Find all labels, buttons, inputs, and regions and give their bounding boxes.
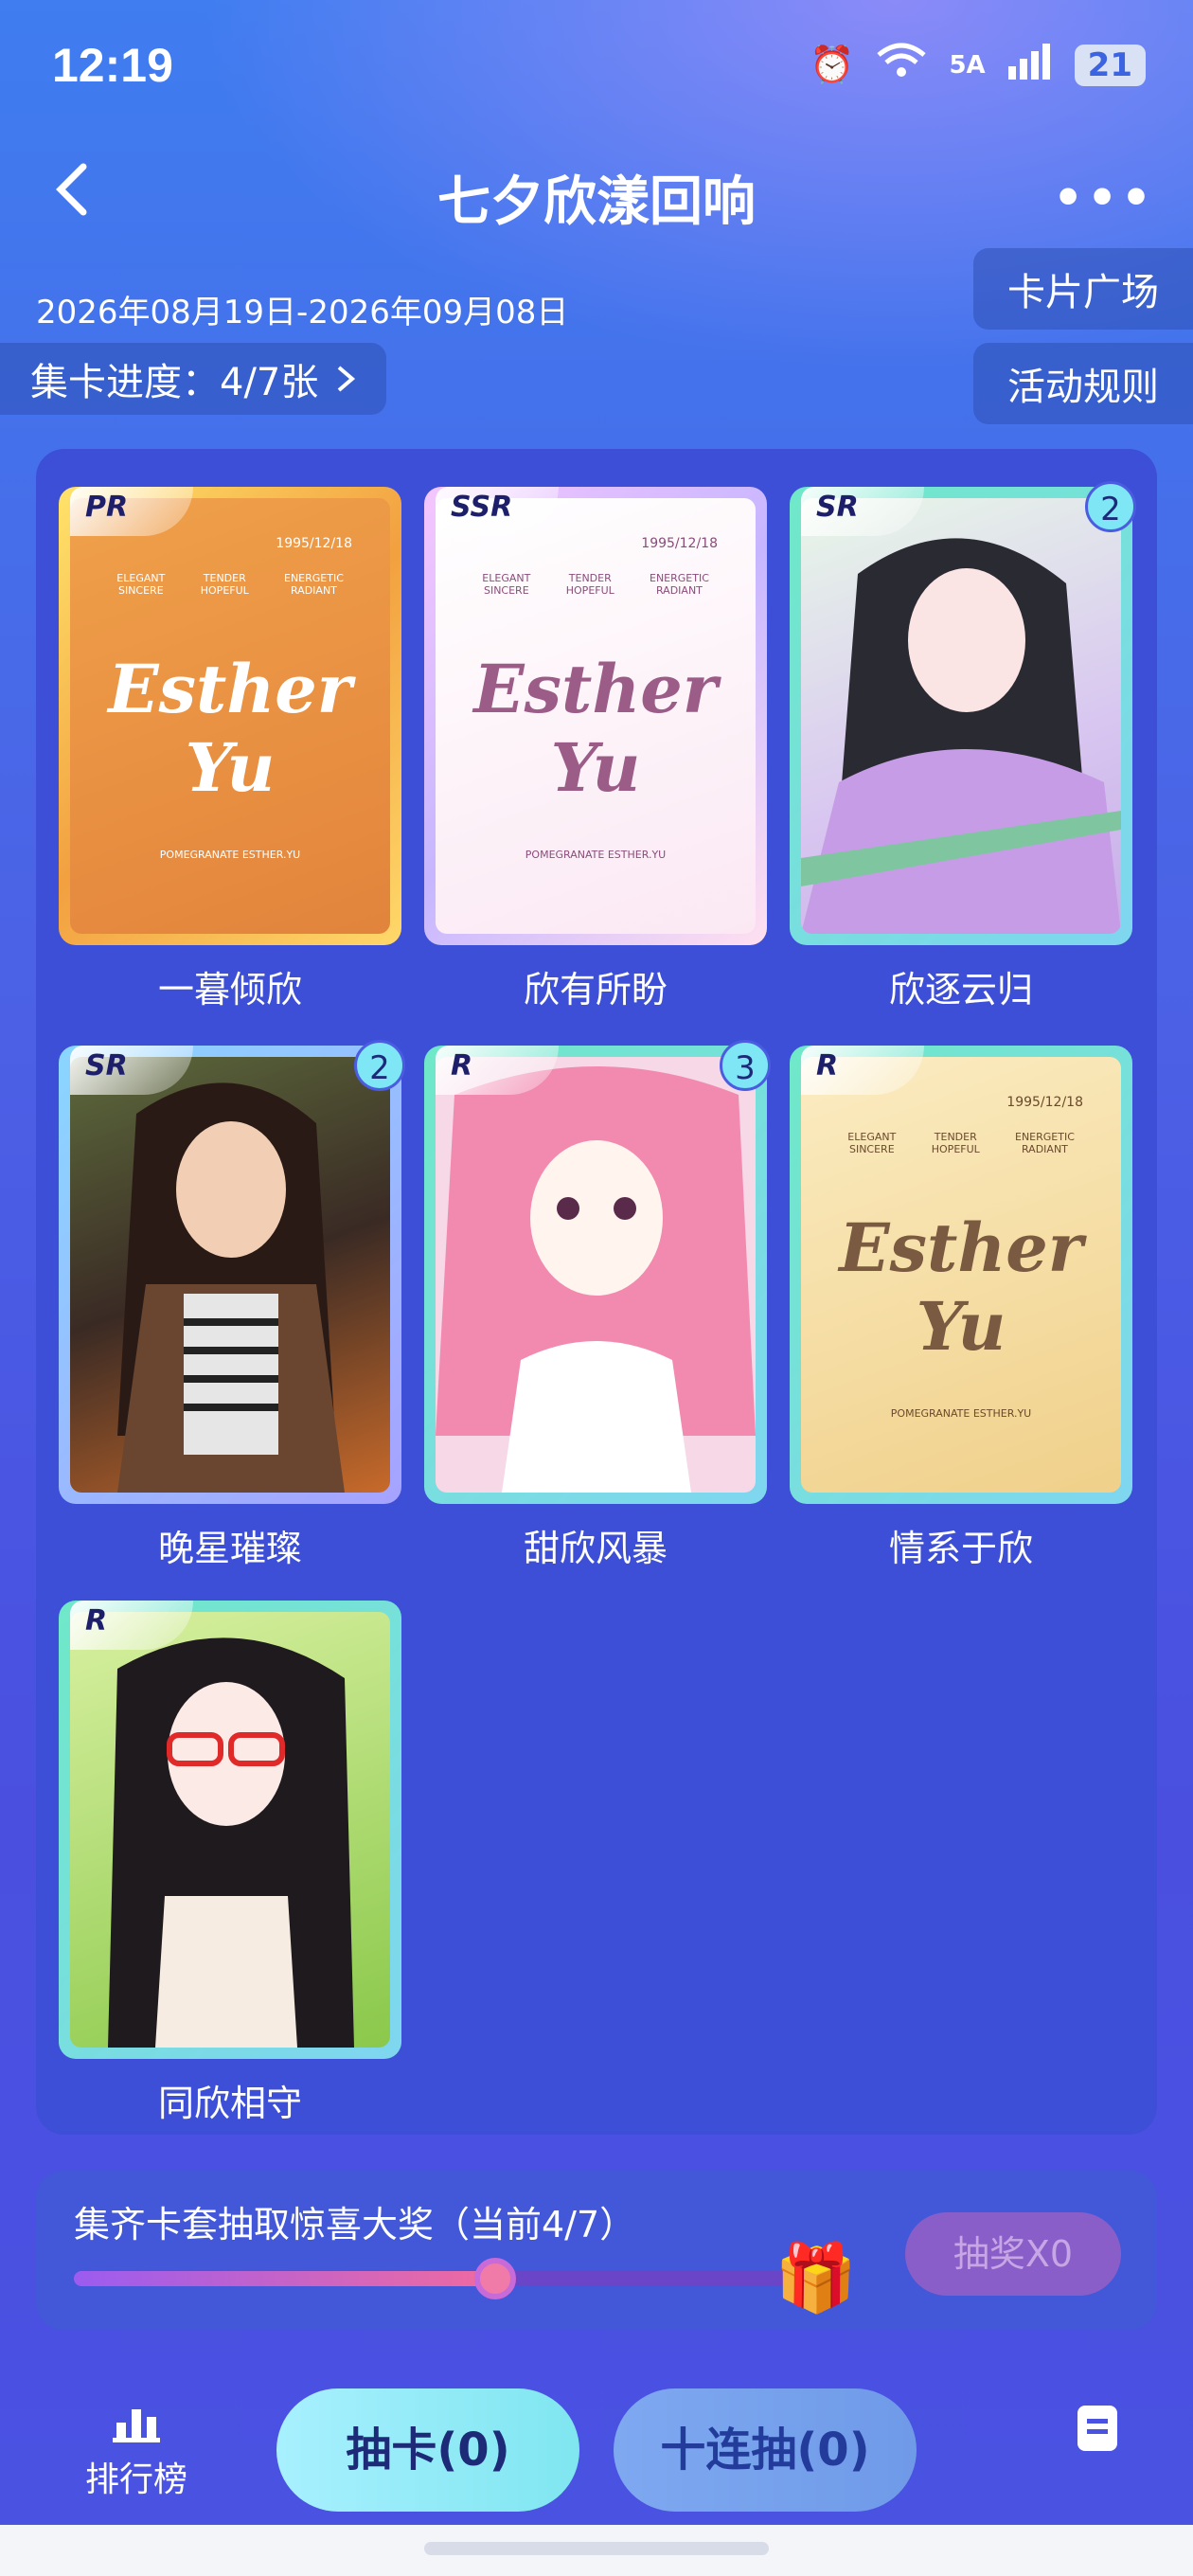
character-illustration [108, 1637, 354, 2048]
card-art-footer: POMEGRANATE ESTHER.YU [890, 1407, 1032, 1420]
network-label: 5A [949, 50, 986, 80]
card-art-words: ELEGANT SINCERE TENDER HOPEFUL ENERGETIC R… [847, 1131, 1075, 1155]
draw-one-button[interactable]: 抽卡(0) [276, 2388, 579, 2512]
card-art-footer: POMEGRANATE ESTHER.YU [159, 849, 301, 861]
card-art-date: 1995/12/18 [641, 536, 718, 551]
collection-progress-label: 集卡进度：4/7张 [30, 361, 319, 404]
prize-panel: 集齐卡套抽取惊喜大奖（当前4/7） 🎁 抽奖X0 [36, 2171, 1157, 2330]
card-count-badge: 3 [720, 1040, 771, 1091]
card-art-words: ELEGANT SINCERE TENDER HOPEFUL ENERGETIC R… [116, 572, 344, 597]
character-illustration [117, 1082, 345, 1493]
card-art-footer: POMEGRANATE ESTHER.YU [525, 849, 667, 861]
card-art-script: Esther Yu [108, 650, 352, 807]
draw-ten-button[interactable]: 十连抽(0) [614, 2388, 917, 2512]
chevron-right-icon [338, 366, 356, 392]
prize-progress-fill [74, 2271, 496, 2286]
home-indicator[interactable] [424, 2542, 769, 2555]
card-item[interactable]: 1995/12/18 ELEGANT SINCERE TENDER HOPEFUL… [790, 1046, 1132, 1504]
card-art [801, 498, 1121, 934]
page-title: 七夕欣漾回响 [437, 171, 756, 233]
card-name: 一暮倾欣 [157, 969, 302, 1011]
rules-button[interactable]: 活动规则 [973, 343, 1193, 424]
prize-progress-knob [474, 2258, 517, 2299]
status-time: 12:19 [52, 39, 173, 92]
card-item[interactable]: R 3 [424, 1040, 771, 1504]
event-date-range: 2026年08月19日-2026年09月08日 [36, 294, 569, 331]
prize-title: 集齐卡套抽取惊喜大奖（当前4/7） [74, 2204, 636, 2245]
card-art [70, 1612, 390, 2048]
card-item[interactable]: 1995/12/18 ELEGANT SINCERE TENDER HOPEFUL… [424, 487, 767, 945]
card-square-button[interactable]: 卡片广场 [973, 248, 1193, 330]
card-grid-panel: 1995/12/18 ELEGANT SINCERE TENDER HOPEFUL… [36, 449, 1157, 2135]
card-name: 欣逐云归 [888, 969, 1033, 1011]
leaderboard-button[interactable]: 排行榜 [85, 2402, 187, 2501]
card-art-script: Esther Yu [473, 650, 718, 807]
card-art [70, 1057, 390, 1493]
card-count-badge: 2 [354, 1040, 405, 1091]
collection-progress-button[interactable]: 集卡进度：4/7张 [0, 343, 387, 415]
document-icon[interactable] [1077, 2406, 1117, 2451]
card-name: 情系于欣 [888, 1528, 1033, 1569]
leaderboard-icon [113, 2409, 160, 2442]
card-item[interactable]: 1995/12/18 ELEGANT SINCERE TENDER HOPEFUL… [59, 487, 401, 945]
card-count-badge: 2 [1085, 481, 1136, 532]
lottery-button[interactable]: 抽奖X0 [905, 2212, 1121, 2296]
more-options-icon[interactable]: ••• [1053, 170, 1155, 225]
card-art: 1995/12/18 ELEGANT SINCERE TENDER HOPEFUL… [70, 498, 390, 934]
card-item[interactable]: SR 2 [790, 481, 1136, 945]
status-icons: ⏰ 5A 21 [810, 42, 1146, 88]
card-art-date: 1995/12/18 [1006, 1095, 1083, 1110]
card-art: 1995/12/18 ELEGANT SINCERE TENDER HOPEFUL… [801, 1057, 1121, 1493]
alarm-icon: ⏰ [810, 44, 855, 85]
card-art: 1995/12/18 ELEGANT SINCERE TENDER HOPEFUL… [436, 498, 756, 934]
status-bar: 12:19 ⏰ 5A 21 [0, 0, 1193, 133]
battery-icon: 21 [1074, 44, 1146, 86]
card-art-script: Esther Yu [839, 1208, 1083, 1366]
card-name: 甜欣风暴 [523, 1528, 668, 1569]
card-item[interactable]: R [59, 1601, 401, 2059]
wifi-icon [875, 42, 928, 88]
character-illustration [436, 1066, 756, 1493]
card-art-date: 1995/12/18 [276, 536, 352, 551]
card-name: 同欣相守 [157, 2083, 302, 2124]
card-name: 晚星璀璨 [157, 1528, 302, 1569]
card-name: 欣有所盼 [523, 969, 668, 1011]
signal-icon [1006, 42, 1054, 88]
character-illustration [801, 538, 1121, 934]
gift-icon: 🎁 [775, 2239, 858, 2317]
card-art-words: ELEGANT SINCERE TENDER HOPEFUL ENERGETIC R… [482, 572, 709, 597]
leaderboard-label: 排行榜 [85, 2460, 188, 2499]
card-art [436, 1057, 756, 1493]
prize-progress-bar [74, 2258, 812, 2299]
card-item[interactable]: SR 2 [59, 1040, 405, 1504]
